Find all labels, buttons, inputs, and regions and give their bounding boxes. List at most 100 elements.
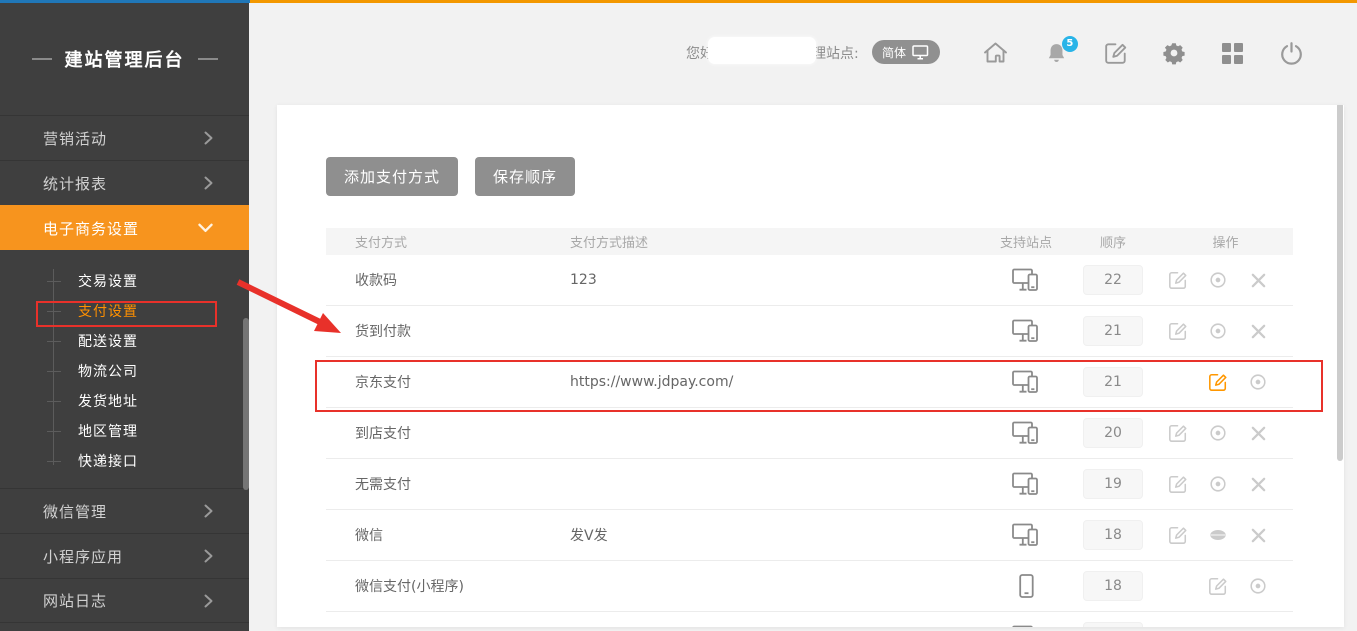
remove-action-icon[interactable] <box>1238 272 1278 289</box>
tree-tick <box>47 341 61 342</box>
home-icon[interactable] <box>982 40 1009 66</box>
order-input[interactable]: 19 <box>1083 469 1143 499</box>
language-switch-button[interactable]: 简体 <box>872 40 940 64</box>
payment-settings-panel: 添加支付方式 保存顺序 支付方式 支付方式描述 支持站点 顺序 操作 收款码12… <box>277 105 1344 627</box>
sidebar-item[interactable]: 微信管理 <box>0 488 249 533</box>
remove-action-icon[interactable] <box>1238 323 1278 340</box>
edit-action-icon[interactable] <box>1198 372 1238 392</box>
order-input[interactable]: 18 <box>1083 571 1143 601</box>
supported-sites-cell <box>984 370 1068 394</box>
payment-description-cell: 123 <box>570 272 984 288</box>
sidebar-item[interactable]: 统计报表 <box>0 160 249 205</box>
order-input[interactable] <box>1083 622 1143 627</box>
actions-cell <box>1158 525 1293 545</box>
desktop-mobile-icon <box>1012 472 1040 496</box>
view-action-icon[interactable] <box>1198 423 1238 443</box>
remove-action-icon[interactable] <box>1238 476 1278 493</box>
chevron-right-icon <box>204 504 213 518</box>
edit-action-icon[interactable] <box>1198 576 1238 596</box>
apps-grid-icon[interactable] <box>1221 42 1244 65</box>
payment-description-cell: https://www.jdpay.com/ <box>570 374 984 390</box>
sidebar-subitem[interactable]: 发货地址 <box>0 386 249 416</box>
sidebar-subitem[interactable]: 快递接口 <box>0 446 249 476</box>
actions-cell <box>1158 474 1293 494</box>
sidebar-subitem[interactable]: 地区管理 <box>0 416 249 446</box>
chevron-right-icon <box>204 176 213 190</box>
notifications-bell-icon[interactable]: 5 <box>1044 41 1069 66</box>
remove-action-icon[interactable] <box>1238 425 1278 442</box>
order-input[interactable]: 22 <box>1083 265 1143 295</box>
redacted-username <box>708 37 816 64</box>
sidebar-subitem[interactable]: 支付设置 <box>0 296 249 326</box>
sidebar-scrollbar-thumb[interactable] <box>243 318 249 490</box>
desktop-mobile-icon <box>1012 523 1040 547</box>
order-input[interactable]: 20 <box>1083 418 1143 448</box>
edit-action-icon[interactable] <box>1158 321 1198 341</box>
order-cell: 19 <box>1068 469 1158 499</box>
compose-edit-icon[interactable] <box>1104 41 1128 65</box>
sidebar-item-label: 小程序应用 <box>43 546 123 567</box>
sidebar-item-label: 营销活动 <box>43 128 107 149</box>
supported-sites-cell <box>984 574 1068 598</box>
order-input[interactable]: 18 <box>1083 520 1143 550</box>
power-logout-icon[interactable] <box>1279 41 1304 66</box>
header-actions: 操作 <box>1158 232 1293 251</box>
sidebar-subitem-label: 配送设置 <box>78 331 138 351</box>
desktop-mobile-icon <box>1012 268 1040 292</box>
edit-action-icon[interactable] <box>1158 270 1198 290</box>
payment-method-cell: 微信 <box>326 525 570 545</box>
sidebar-subitem[interactable]: 配送设置 <box>0 326 249 356</box>
save-order-button[interactable]: 保存顺序 <box>475 157 575 196</box>
tree-tick <box>47 281 61 282</box>
order-cell: 18 <box>1068 571 1158 601</box>
actions-cell <box>1158 372 1293 392</box>
supported-sites-cell <box>984 523 1068 547</box>
view-action-icon[interactable] <box>1238 372 1278 392</box>
tree-tick <box>47 371 61 372</box>
sidebar-item[interactable]: 营销活动 <box>0 115 249 160</box>
view-action-icon[interactable] <box>1238 576 1278 596</box>
view-action-icon[interactable] <box>1198 321 1238 341</box>
order-cell: 21 <box>1068 316 1158 346</box>
order-input[interactable]: 21 <box>1083 367 1143 397</box>
supported-sites-cell <box>984 472 1068 496</box>
view-action-icon[interactable] <box>1198 270 1238 290</box>
sidebar-item[interactable]: 网站日志 <box>0 578 249 623</box>
edit-action-icon[interactable] <box>1158 423 1198 443</box>
sidebar-subitem-label: 地区管理 <box>78 421 138 441</box>
order-cell <box>1068 622 1158 627</box>
edit-action-icon[interactable] <box>1158 525 1198 545</box>
actions-cell <box>1158 423 1293 443</box>
table-row <box>326 612 1293 627</box>
sidebar-subitem[interactable]: 交易设置 <box>0 266 249 296</box>
view-action-icon[interactable] <box>1198 474 1238 494</box>
order-input[interactable]: 21 <box>1083 316 1143 346</box>
table-row: 货到付款 21 <box>326 306 1293 357</box>
topbar-icon-row: 5 <box>982 38 1304 68</box>
sidebar-item-label: 电子商务设置 <box>43 218 139 239</box>
edit-action-icon[interactable] <box>1158 474 1198 494</box>
supported-sites-cell <box>984 421 1068 445</box>
desktop-mobile-icon <box>1012 319 1040 343</box>
remove-action-icon[interactable] <box>1238 527 1278 544</box>
view-off-action-icon[interactable] <box>1198 525 1238 545</box>
content-scrollbar-thumb[interactable] <box>1337 105 1343 461</box>
sidebar-subitem[interactable]: 物流公司 <box>0 356 249 386</box>
sidebar-subitem-label: 支付设置 <box>78 301 138 321</box>
add-payment-method-button[interactable]: 添加支付方式 <box>326 157 458 196</box>
chevron-right-icon <box>204 549 213 563</box>
chevron-right-icon <box>204 131 213 145</box>
payment-method-cell: 货到付款 <box>326 321 570 341</box>
header-description: 支付方式描述 <box>570 232 984 251</box>
desktop-mobile-icon <box>1012 421 1040 445</box>
order-cell: 18 <box>1068 520 1158 550</box>
sidebar-nav-top: 营销活动统计报表电子商务设置 <box>0 115 249 250</box>
sidebar-item[interactable]: 小程序应用 <box>0 533 249 578</box>
title-dash-right <box>198 58 218 60</box>
mobile-icon <box>1019 574 1034 598</box>
sidebar-item[interactable]: 电子商务设置 <box>0 205 249 250</box>
payment-method-cell: 收款码 <box>326 270 570 290</box>
settings-gear-icon[interactable] <box>1162 41 1186 65</box>
notification-badge: 5 <box>1062 36 1078 52</box>
sidebar-subitem-label: 快递接口 <box>78 451 138 471</box>
